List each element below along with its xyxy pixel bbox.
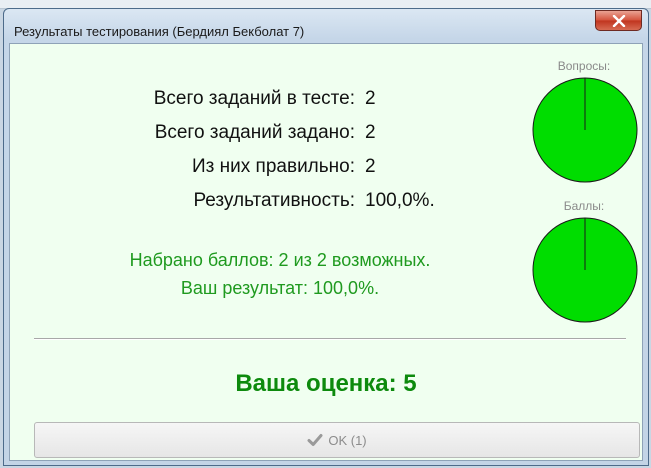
separator-line (34, 338, 626, 340)
stat-label: Всего заданий в тесте: (153, 88, 355, 109)
window-title: Результаты тестирования (Бердиял Бекбола… (14, 24, 305, 39)
stat-label: Всего заданий задано: (154, 122, 355, 143)
title-bar[interactable]: Результаты тестирования (Бердиял Бекбола… (4, 9, 648, 43)
stat-value: 2 (365, 88, 376, 109)
dialog-content: Всего заданий в тесте: 2 Всего заданий з… (9, 43, 643, 461)
checkmark-icon (307, 434, 323, 446)
stat-row-tasks-given: Всего заданий задано: (10, 122, 355, 148)
stat-row-correct: Из них правильно: (10, 156, 355, 182)
stat-value: 2 (365, 156, 376, 177)
stat-row-effectiveness: Результативность: (10, 190, 355, 216)
questions-pie-label: Вопросы: (557, 59, 611, 73)
stat-value: 2 (365, 122, 376, 143)
grade-text: Ваша оценка: 5 (235, 370, 417, 397)
ok-button-label: OK (1) (328, 432, 367, 448)
points-pie-label: Баллы: (563, 199, 605, 213)
points-pie-chart (532, 217, 638, 323)
ok-button[interactable]: OK (1) (34, 422, 640, 458)
result-summary: Ваш результат: 100,0%. (180, 278, 380, 298)
questions-pie-chart (532, 77, 638, 183)
points-summary: Набрано баллов: 2 из 2 возможных. (129, 250, 431, 270)
stat-label: Результативность: (193, 190, 355, 211)
stat-value: 100,0%. (365, 190, 435, 211)
stat-label: Из них правильно: (192, 156, 355, 177)
close-button[interactable] (595, 10, 642, 31)
results-dialog: Результаты тестирования (Бердиял Бекбола… (3, 8, 649, 466)
stat-row-total-tasks: Всего заданий в тесте: (10, 88, 355, 114)
close-icon (612, 15, 626, 27)
